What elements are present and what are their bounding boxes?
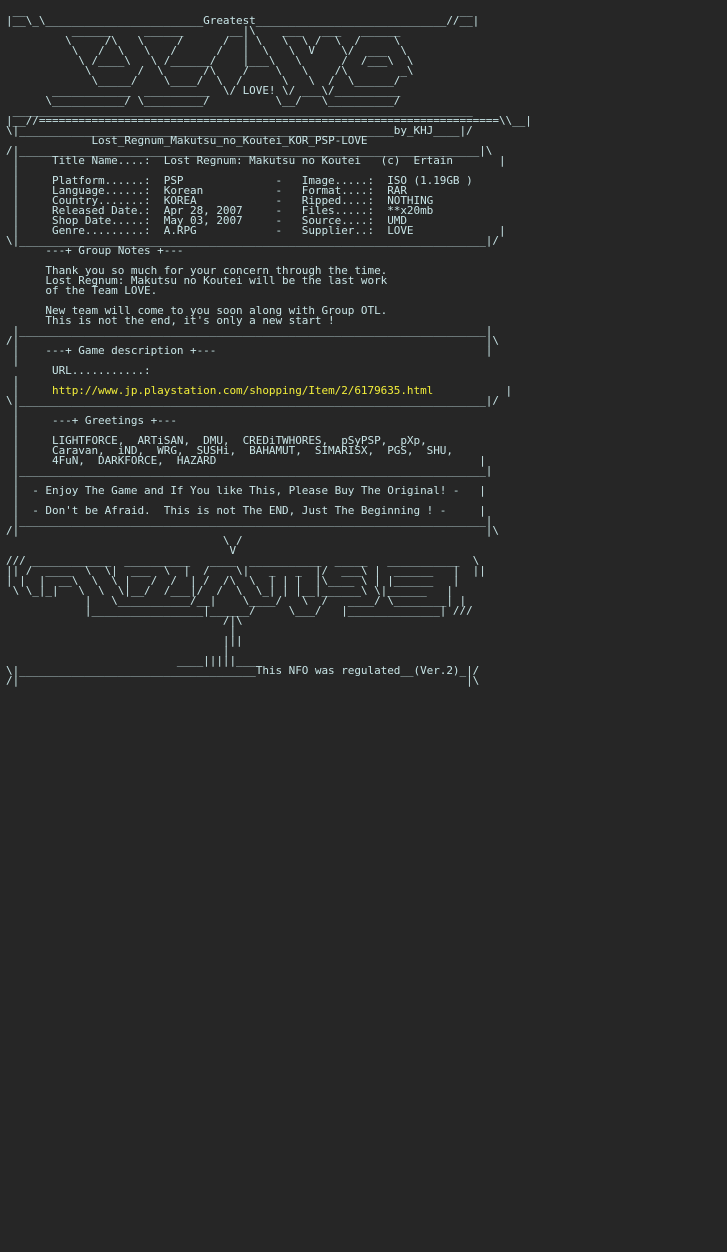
nfo-footer: \|____________________________________Th… bbox=[6, 664, 480, 687]
love-ascii-logo: __ __ |__\_\________________________Grea… bbox=[6, 4, 480, 107]
release-info-block: | Title Name....: Lost Regnum: Makutsu n… bbox=[6, 154, 506, 247]
game-description-block: | ---+ Game description +--- | | URL....… bbox=[12, 344, 493, 387]
nfo-text-viewer: __ __ |__\_\________________________Grea… bbox=[6, 4, 532, 687]
group-notes-block: ---+ Group Notes +--- Thank you so much … bbox=[6, 244, 499, 347]
greatest-ascii-logo: \ / V /// ____________ __________ ____ _… bbox=[6, 534, 486, 667]
greetings-block: \|______________________________________… bbox=[6, 394, 499, 537]
